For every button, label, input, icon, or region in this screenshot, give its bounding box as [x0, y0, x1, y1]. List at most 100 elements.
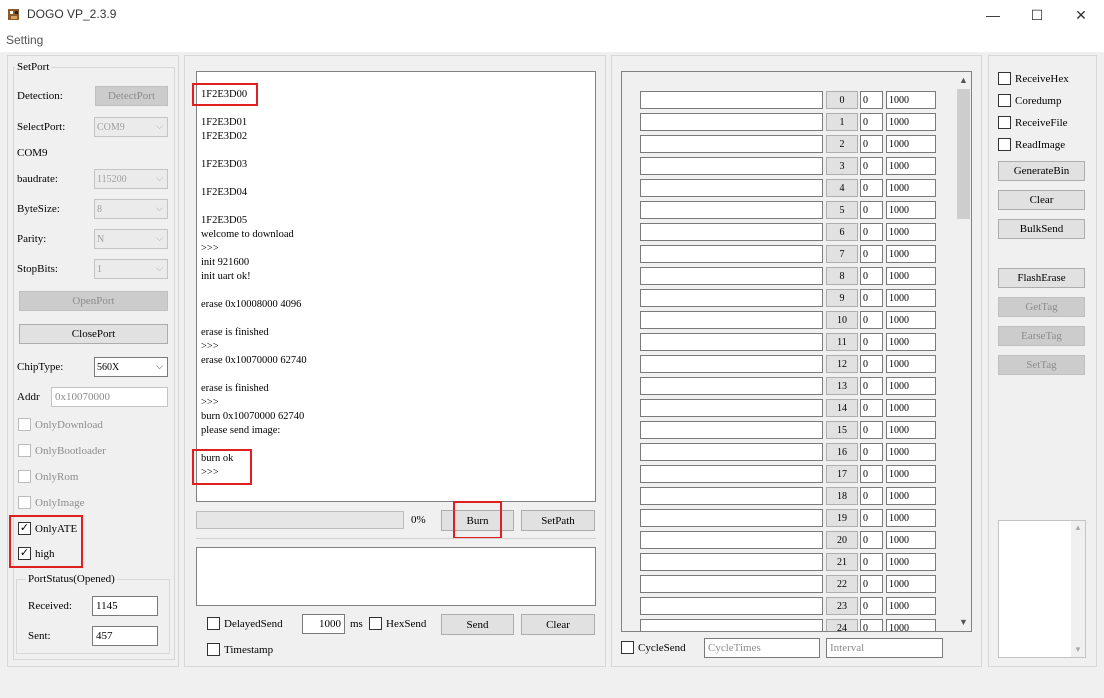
- send-row-button[interactable]: 21: [826, 553, 858, 571]
- send-row-delay[interactable]: 1000: [886, 355, 936, 373]
- send-row-count[interactable]: 0: [860, 399, 883, 417]
- send-row-delay[interactable]: 1000: [886, 443, 936, 461]
- send-row-delay[interactable]: 1000: [886, 465, 936, 483]
- open-port-button[interactable]: OpenPort: [19, 291, 168, 311]
- send-row-delay[interactable]: 1000: [886, 179, 936, 197]
- send-row-input[interactable]: [640, 267, 823, 285]
- send-row-delay[interactable]: 1000: [886, 267, 936, 285]
- close-port-button[interactable]: ClosePort: [19, 324, 168, 344]
- addr-input[interactable]: 0x10070000: [51, 387, 168, 407]
- send-row-delay[interactable]: 1000: [886, 575, 936, 593]
- send-row-button[interactable]: 7: [826, 245, 858, 263]
- scroll-up-icon[interactable]: ▲: [1074, 523, 1082, 532]
- send-row-input[interactable]: [640, 311, 823, 329]
- send-row-button[interactable]: 4: [826, 179, 858, 197]
- hexsend-checkbox[interactable]: [369, 617, 382, 630]
- send-row-input[interactable]: [640, 597, 823, 615]
- send-row-input[interactable]: [640, 157, 823, 175]
- send-row-count[interactable]: 0: [860, 157, 883, 175]
- send-row-input[interactable]: [640, 575, 823, 593]
- only-bootloader-checkbox[interactable]: [18, 444, 31, 457]
- send-row-input[interactable]: [640, 443, 823, 461]
- send-row-count[interactable]: 0: [860, 179, 883, 197]
- send-row-button[interactable]: 13: [826, 377, 858, 395]
- menu-setting[interactable]: Setting: [6, 33, 43, 47]
- send-row-input[interactable]: [640, 399, 823, 417]
- clear-send-button[interactable]: Clear: [521, 614, 595, 635]
- tag-list[interactable]: ▲ ▼: [998, 520, 1086, 658]
- send-row-count[interactable]: 0: [860, 91, 883, 109]
- send-row-input[interactable]: [640, 421, 823, 439]
- send-row-count[interactable]: 0: [860, 421, 883, 439]
- minimize-button[interactable]: —: [970, 0, 1016, 30]
- send-row-count[interactable]: 0: [860, 509, 883, 527]
- send-row-delay[interactable]: 1000: [886, 245, 936, 263]
- send-row-delay[interactable]: 1000: [886, 509, 936, 527]
- send-row-delay[interactable]: 1000: [886, 597, 936, 615]
- receive-file-checkbox[interactable]: [998, 116, 1011, 129]
- send-row-input[interactable]: [640, 619, 823, 631]
- send-row-delay[interactable]: 1000: [886, 333, 936, 351]
- send-row-count[interactable]: 0: [860, 597, 883, 615]
- send-row-button[interactable]: 12: [826, 355, 858, 373]
- stopbits-combo[interactable]: 1 ⌵: [94, 259, 168, 279]
- set-tag-button[interactable]: SetTag: [998, 355, 1085, 375]
- interval-input[interactable]: Interval: [826, 638, 943, 658]
- send-row-count[interactable]: 0: [860, 135, 883, 153]
- send-row-count[interactable]: 0: [860, 465, 883, 483]
- scroll-down-icon[interactable]: ▼: [959, 617, 968, 627]
- delayed-send-checkbox[interactable]: [207, 617, 220, 630]
- send-row-delay[interactable]: 1000: [886, 91, 936, 109]
- send-row-input[interactable]: [640, 201, 823, 219]
- send-button[interactable]: Send: [441, 614, 514, 635]
- send-row-button[interactable]: 10: [826, 311, 858, 329]
- send-row-input[interactable]: [640, 91, 823, 109]
- only-rom-checkbox[interactable]: [18, 470, 31, 483]
- setpath-button[interactable]: SetPath: [521, 510, 595, 531]
- send-row-button[interactable]: 0: [826, 91, 858, 109]
- send-row-button[interactable]: 17: [826, 465, 858, 483]
- only-ate-checkbox[interactable]: ✓: [18, 522, 31, 535]
- bulk-send-button[interactable]: BulkSend: [998, 219, 1085, 239]
- multisend-scrollbar[interactable]: ▲ ▼: [955, 72, 971, 631]
- send-row-button[interactable]: 15: [826, 421, 858, 439]
- send-row-count[interactable]: 0: [860, 267, 883, 285]
- send-row-delay[interactable]: 1000: [886, 487, 936, 505]
- send-row-delay[interactable]: 1000: [886, 399, 936, 417]
- chiptype-combo[interactable]: 560X ⌵: [94, 357, 168, 377]
- send-row-input[interactable]: [640, 465, 823, 483]
- send-row-delay[interactable]: 1000: [886, 223, 936, 241]
- generate-bin-button[interactable]: GenerateBin: [998, 161, 1085, 181]
- tag-list-scrollbar[interactable]: ▲ ▼: [1071, 521, 1085, 657]
- timestamp-checkbox[interactable]: [207, 643, 220, 656]
- send-row-delay[interactable]: 1000: [886, 421, 936, 439]
- send-row-input[interactable]: [640, 179, 823, 197]
- get-tag-button[interactable]: GetTag: [998, 297, 1085, 317]
- only-download-checkbox[interactable]: [18, 418, 31, 431]
- log-output[interactable]: 1F2E3D00 1F2E3D01 1F2E3D02 1F2E3D03 1F2E3D04…: [196, 71, 596, 502]
- send-row-input[interactable]: [640, 245, 823, 263]
- send-row-input[interactable]: [640, 509, 823, 527]
- scroll-down-icon[interactable]: ▼: [1074, 645, 1082, 654]
- send-row-count[interactable]: 0: [860, 201, 883, 219]
- send-row-delay[interactable]: 1000: [886, 135, 936, 153]
- send-row-input[interactable]: [640, 531, 823, 549]
- only-image-checkbox[interactable]: [18, 496, 31, 509]
- send-row-input[interactable]: [640, 135, 823, 153]
- send-row-button[interactable]: 14: [826, 399, 858, 417]
- send-row-input[interactable]: [640, 333, 823, 351]
- send-row-input[interactable]: [640, 289, 823, 307]
- send-row-button[interactable]: 16: [826, 443, 858, 461]
- delay-input[interactable]: 1000: [302, 614, 345, 634]
- maximize-button[interactable]: ☐: [1014, 0, 1060, 30]
- send-row-count[interactable]: 0: [860, 333, 883, 351]
- high-checkbox[interactable]: ✓: [18, 547, 31, 560]
- baudrate-combo[interactable]: 115200 ⌵: [94, 169, 168, 189]
- flash-erase-button[interactable]: FlashErase: [998, 268, 1085, 288]
- send-row-button[interactable]: 24: [826, 619, 858, 631]
- send-row-count[interactable]: 0: [860, 553, 883, 571]
- scroll-thumb[interactable]: [957, 89, 970, 219]
- send-row-input[interactable]: [640, 223, 823, 241]
- detect-port-button[interactable]: DetectPort: [95, 86, 168, 106]
- send-row-button[interactable]: 23: [826, 597, 858, 615]
